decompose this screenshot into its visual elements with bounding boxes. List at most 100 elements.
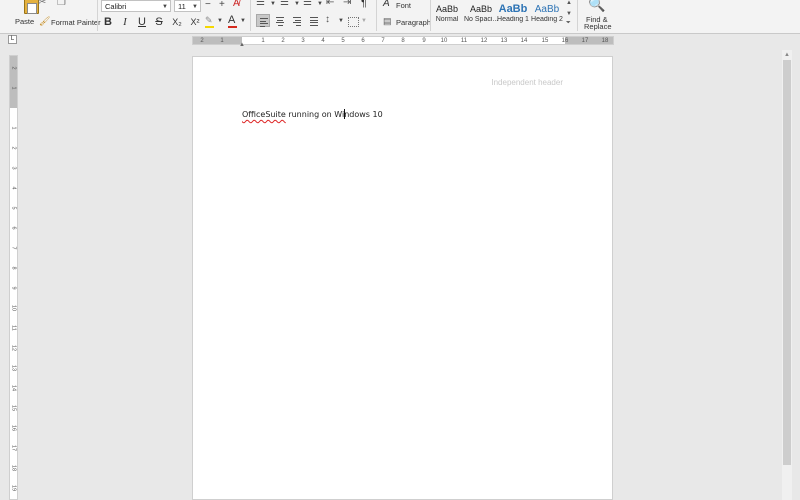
chevron-down-icon: ▼ xyxy=(317,1,323,7)
ruler-tick: 9 xyxy=(10,286,17,290)
font-family-value: Calibri xyxy=(105,2,127,11)
ruler-tick: 17 xyxy=(10,444,17,452)
indent-marker-icon[interactable]: ▲ xyxy=(239,42,245,48)
ruler-tick: 5 xyxy=(10,206,17,210)
justify-button[interactable] xyxy=(307,14,321,27)
ruler-tick: 1 xyxy=(10,126,17,130)
highlight-color-bar xyxy=(205,26,214,28)
align-left-button[interactable] xyxy=(256,14,270,27)
vertical-scrollbar[interactable]: ▲ xyxy=(782,50,792,500)
ruler-tick: 2 xyxy=(10,146,17,150)
chevron-down-icon: ▼ xyxy=(270,1,276,7)
bullets-button[interactable]: ☰ ▼ xyxy=(256,0,278,11)
scroll-up-icon[interactable]: ▲ xyxy=(784,52,790,58)
ruler-tick: 10 xyxy=(440,38,448,44)
line-spacing-button[interactable]: ↕ ▼ xyxy=(325,14,347,28)
ruler-tick: 6 xyxy=(361,38,365,44)
ruler-tick: 11 xyxy=(460,38,468,44)
font-dialog-button[interactable]: A Font xyxy=(383,0,423,12)
ruler-tick: 5 xyxy=(341,38,345,44)
bold-button[interactable]: B xyxy=(101,16,115,28)
styles-scroll-up-icon[interactable]: ▲ xyxy=(566,0,572,6)
group-divider xyxy=(577,0,578,31)
align-center-button[interactable] xyxy=(273,14,287,27)
ruler-tick: 1 xyxy=(220,38,224,44)
scrollbar-thumb[interactable] xyxy=(783,60,791,465)
paste-label: Paste xyxy=(15,17,35,26)
underline-button[interactable]: U xyxy=(135,16,149,28)
brush-icon: 🖌 xyxy=(39,16,51,26)
paragraph-dialog-icon: ▤ xyxy=(383,16,392,26)
font-dialog-label: Font xyxy=(396,1,412,10)
styles-scroll-down-icon[interactable]: ▼ xyxy=(566,11,572,17)
group-divider xyxy=(376,0,377,31)
paste-button[interactable]: Paste xyxy=(8,0,39,31)
document-page[interactable]: Independent header OfficeSuite running o… xyxy=(192,56,613,500)
align-right-button[interactable] xyxy=(290,14,304,27)
paragraph-dialog-button[interactable]: ▤ Paragraph xyxy=(383,16,431,28)
find-replace-button[interactable]: 🔍 Find & Replace xyxy=(582,0,612,31)
font-size-value: 11 xyxy=(178,2,186,11)
body-text-segment: ndows 10 xyxy=(344,110,383,119)
format-painter-label: Format Painter xyxy=(51,18,101,27)
chevron-down-icon: ▼ xyxy=(338,18,344,24)
misspelled-word[interactable]: OfficeSuite xyxy=(242,110,286,119)
ruler-tick: 17 xyxy=(581,38,589,44)
highlight-button[interactable]: ✎ ▼ xyxy=(204,15,224,29)
shrink-font-button[interactable]: − xyxy=(205,0,211,10)
ruler-tick: 19 xyxy=(10,484,17,492)
ruler-tick: 2 xyxy=(281,38,285,44)
increase-indent-icon[interactable]: ⇥ xyxy=(343,0,351,8)
ruler-tick: 18 xyxy=(10,464,17,472)
strikethrough-button[interactable]: S xyxy=(152,16,166,28)
style-heading-2[interactable]: AaBb Heading 2 xyxy=(530,4,564,23)
font-family-select[interactable]: Calibri ▼ xyxy=(101,0,171,12)
numbering-button[interactable]: ☰ ▼ xyxy=(280,0,302,11)
font-size-select[interactable]: 11 ▼ xyxy=(174,0,201,12)
ruler-tick: 13 xyxy=(500,38,508,44)
ruler-tick: 10 xyxy=(10,304,17,312)
show-formatting-button[interactable]: ¶ xyxy=(361,0,367,9)
chevron-down-icon: ▼ xyxy=(240,18,246,24)
font-color-bar xyxy=(228,26,237,28)
grow-font-button[interactable]: + xyxy=(219,0,225,10)
highlighter-icon: ✎ xyxy=(205,15,213,25)
ruler-tick: 11 xyxy=(10,325,17,331)
ruler-tick: 3 xyxy=(301,38,305,44)
page-header[interactable]: Independent header xyxy=(491,78,563,87)
multilevel-list-icon: ☰ xyxy=(303,0,312,8)
style-sample: AaBb xyxy=(534,4,560,15)
italic-button[interactable]: I xyxy=(118,16,132,28)
tab-selector[interactable]: L xyxy=(8,35,17,44)
ruler-tick: 4 xyxy=(321,38,325,44)
ruler-tick: 14 xyxy=(10,384,17,392)
font-color-icon: A xyxy=(228,14,236,26)
horizontal-ruler[interactable]: 2 1 1 2 3 4 5 6 7 8 9 10 11 12 13 14 15 … xyxy=(192,36,614,48)
align-left-icon xyxy=(260,18,268,28)
chevron-down-icon: ▼ xyxy=(294,1,300,7)
superscript-button[interactable]: X² xyxy=(186,17,204,27)
font-dialog-icon: A xyxy=(383,0,390,9)
group-divider xyxy=(97,0,98,31)
cut-icon[interactable]: ✂ xyxy=(38,0,46,8)
ruler-tick: 7 xyxy=(381,38,385,44)
format-painter-button[interactable]: 🖌 Format Painter xyxy=(38,16,101,28)
decrease-indent-icon[interactable]: ⇤ xyxy=(326,0,334,8)
group-divider xyxy=(250,0,251,31)
ruler-tick: 12 xyxy=(480,38,488,44)
borders-button[interactable]: ▼ xyxy=(348,15,370,28)
align-center-icon xyxy=(276,17,284,27)
copy-icon[interactable]: ❐ xyxy=(57,0,66,8)
clear-format-icon[interactable]: A̸ xyxy=(233,0,240,9)
styles-more-icon[interactable]: ⏷ xyxy=(566,20,571,27)
subscript-button[interactable]: X₂ xyxy=(168,17,186,27)
style-normal[interactable]: AaBb Normal xyxy=(430,4,464,23)
multilevel-list-button[interactable]: ☰ ▼ xyxy=(303,0,325,11)
vertical-ruler[interactable]: 2 1 1 2 3 4 5 6 7 8 9 10 11 12 13 14 15 … xyxy=(9,55,18,500)
style-no-spacing[interactable]: AaBb No Spaci... xyxy=(464,4,498,23)
font-color-button[interactable]: A ▼ xyxy=(227,14,247,29)
ruler-tick: 1 xyxy=(10,86,17,90)
ruler-tick: 12 xyxy=(10,344,17,352)
document-body-paragraph[interactable]: OfficeSuite running on Windows 10 xyxy=(242,109,383,119)
style-heading-1[interactable]: AaBb Heading 1 xyxy=(496,3,530,23)
